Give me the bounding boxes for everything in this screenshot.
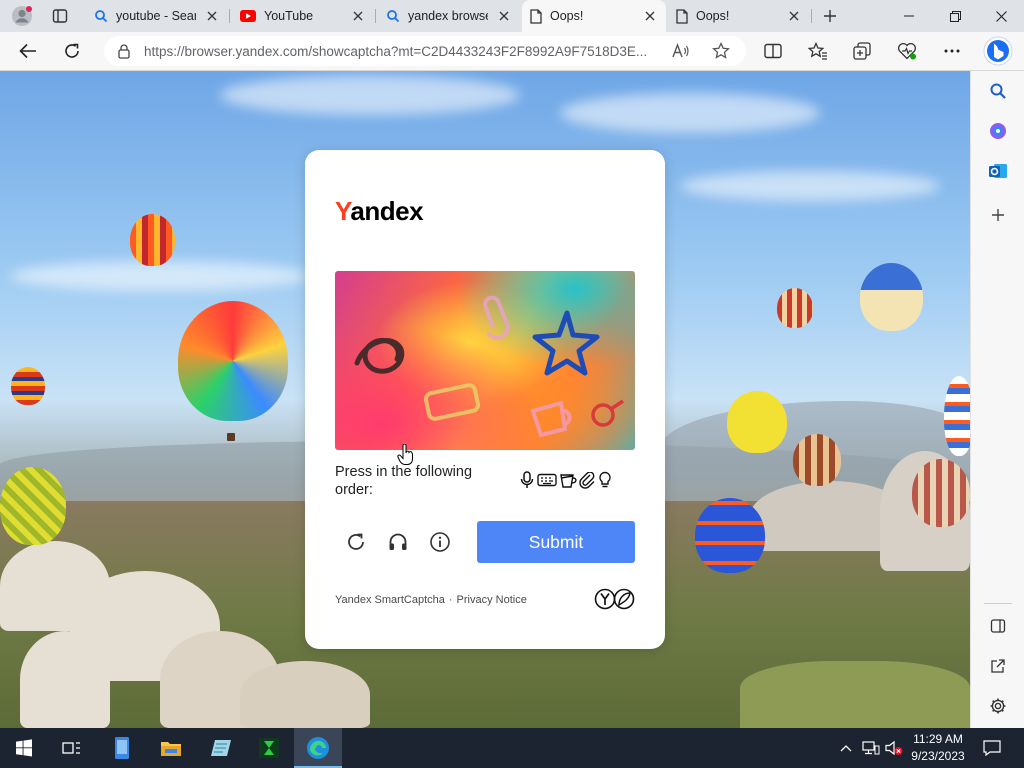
sidebar-hide-icon[interactable] <box>984 612 1012 640</box>
browser-toolbar: https://browser.yandex.com/showcaptcha?m… <box>0 32 1024 71</box>
search-icon <box>386 9 400 23</box>
collections-icon[interactable] <box>846 35 878 67</box>
hand-cursor-icon <box>397 444 415 466</box>
footer-separator: · <box>448 594 453 606</box>
new-tab-button[interactable] <box>814 4 846 28</box>
captcha-card: Yandex Press in the following order: Sub… <box>305 150 665 649</box>
tab-youtube-search[interactable]: youtube - Search <box>86 4 228 28</box>
tab-title: youtube - Search <box>116 9 196 23</box>
tab-oops[interactable]: Oops! <box>668 4 810 28</box>
tab-youtube[interactable]: YouTube <box>232 4 374 28</box>
file-explorer-icon[interactable] <box>147 728 195 768</box>
tray-chevron-up-icon[interactable] <box>836 738 856 758</box>
volume-muted-icon[interactable] <box>884 738 904 758</box>
lightbulb-shape-icon[interactable] <box>591 399 624 427</box>
address-bar[interactable]: https://browser.yandex.com/showcaptcha?m… <box>104 36 746 66</box>
page-icon <box>530 8 542 24</box>
minimize-button[interactable] <box>886 0 932 32</box>
tab-yandex-browser[interactable]: yandex browser <box>378 4 520 28</box>
close-tab-icon[interactable] <box>350 8 366 24</box>
favorite-star-icon[interactable] <box>710 40 732 62</box>
restore-button[interactable] <box>932 0 978 32</box>
start-button[interactable] <box>0 728 48 768</box>
tab-oops-active[interactable]: Oops! <box>522 0 666 32</box>
tab-title: Oops! <box>696 9 730 23</box>
star-shape-icon[interactable] <box>532 310 600 376</box>
close-tab-icon[interactable] <box>642 8 658 24</box>
captcha-image[interactable] <box>335 271 635 450</box>
taskbar-hourglass-app-icon[interactable] <box>245 728 293 768</box>
lock-icon[interactable] <box>118 43 130 59</box>
captcha-shapes <box>354 295 624 438</box>
back-button[interactable] <box>12 35 44 67</box>
taskbar-notepad-icon[interactable] <box>197 728 245 768</box>
cup-icon <box>559 472 577 489</box>
close-window-button[interactable] <box>978 0 1024 32</box>
swirl-glyph-icon[interactable] <box>354 337 405 374</box>
tab-strip: youtube - Search YouTube yandex browser … <box>0 0 1024 32</box>
close-tab-icon[interactable] <box>204 8 220 24</box>
logo-rest: andex <box>350 196 424 226</box>
url-text[interactable]: https://browser.yandex.com/showcaptcha?m… <box>144 44 654 59</box>
profile-avatar-icon[interactable] <box>6 4 38 28</box>
paperclip-shape-icon[interactable] <box>483 295 510 340</box>
youtube-icon <box>240 10 256 22</box>
info-button[interactable] <box>427 529 453 555</box>
microphone-icon <box>519 471 535 489</box>
tab-title: Oops! <box>550 9 584 23</box>
tab-actions-icon[interactable] <box>44 4 76 28</box>
captcha-footer: Yandex SmartCaptcha · Privacy Notice <box>335 594 527 606</box>
keyboard-shape-icon[interactable] <box>423 383 481 421</box>
smartcaptcha-badge-icon <box>594 588 636 610</box>
refresh-captcha-button[interactable] <box>343 529 369 555</box>
search-icon <box>94 9 108 23</box>
tab-title: YouTube <box>264 9 314 23</box>
close-tab-icon[interactable] <box>786 8 802 24</box>
refresh-button[interactable] <box>56 35 88 67</box>
taskbar-device-icon[interactable] <box>98 728 146 768</box>
sidebar-open-external-icon[interactable] <box>984 652 1012 680</box>
captcha-instruction: Press in the following order: <box>335 464 473 498</box>
privacy-notice-link[interactable]: Privacy Notice <box>457 594 527 606</box>
paperclip-icon <box>579 471 596 489</box>
notifications-icon[interactable] <box>982 738 1002 758</box>
clock-time: 11:29 AM <box>913 732 963 746</box>
sidebar-add-icon[interactable] <box>984 201 1012 229</box>
browser-essentials-icon[interactable] <box>891 35 923 67</box>
order-icons <box>519 471 612 489</box>
clock-date: 9/23/2023 <box>911 749 965 763</box>
yandex-logo: Yandex <box>335 196 424 227</box>
favorites-icon[interactable] <box>802 35 834 67</box>
page-viewport: Yandex Press in the following order: Sub… <box>0 71 970 728</box>
cup-shape-icon[interactable] <box>530 400 572 438</box>
lightbulb-icon <box>598 471 612 489</box>
read-aloud-icon[interactable] <box>670 40 692 62</box>
keyboard-icon <box>537 473 557 487</box>
page-icon <box>676 8 688 24</box>
sidebar-shopping-icon[interactable] <box>984 117 1012 145</box>
system-clock[interactable]: 11:29 AM 9/23/2023 <box>902 731 974 765</box>
edge-browser-taskbar-icon[interactable] <box>294 728 342 768</box>
close-tab-icon[interactable] <box>496 8 512 24</box>
audio-captcha-button[interactable] <box>385 529 411 555</box>
edge-sidebar <box>970 71 1024 728</box>
sidebar-settings-gear-icon[interactable] <box>984 692 1012 720</box>
smartcaptcha-link[interactable]: Yandex SmartCaptcha <box>335 594 445 606</box>
more-menu-icon[interactable] <box>936 35 968 67</box>
task-view-icon[interactable] <box>48 728 96 768</box>
copilot-bing-icon[interactable] <box>981 34 1015 68</box>
split-screen-icon[interactable] <box>757 35 789 67</box>
windows-taskbar: 11:29 AM 9/23/2023 <box>0 728 1024 768</box>
sidebar-outlook-icon[interactable] <box>984 157 1012 185</box>
network-icon[interactable] <box>861 738 881 758</box>
submit-button[interactable]: Submit <box>477 521 635 563</box>
tab-title: yandex browser <box>408 9 488 23</box>
sidebar-search-icon[interactable] <box>984 77 1012 105</box>
logo-accent-letter: Y <box>335 196 351 226</box>
